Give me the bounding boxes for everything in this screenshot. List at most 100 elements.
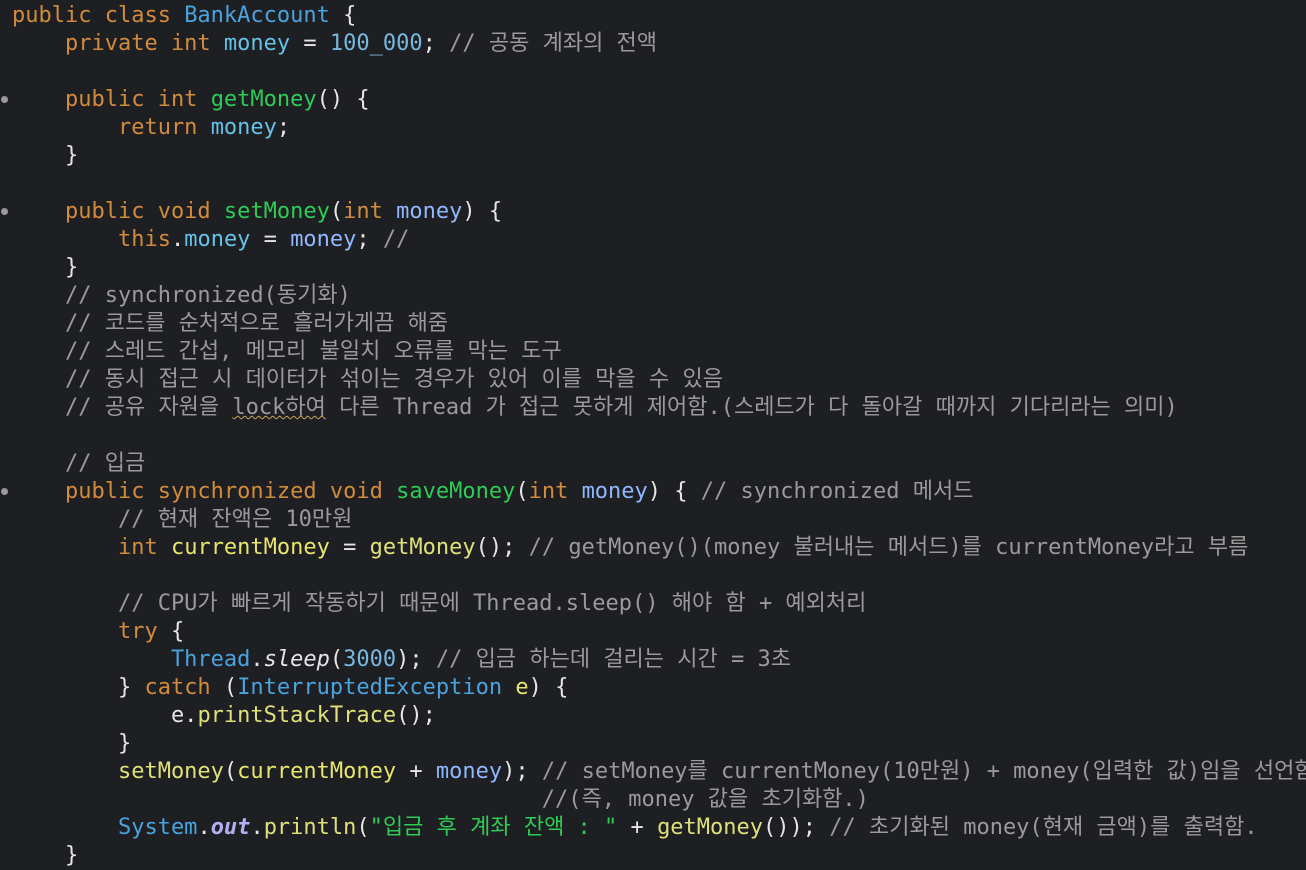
code-token: ()); — [763, 815, 830, 840]
code-editor[interactable]: public class BankAccount { private int m… — [0, 0, 1306, 869]
code-line[interactable]: this.money = money; // — [12, 226, 409, 254]
code-token: private int — [12, 31, 224, 56]
code-token: money — [223, 31, 291, 56]
code-token: { — [329, 3, 357, 28]
code-token: ; — [422, 31, 450, 56]
code-token: setMoney — [223, 199, 330, 224]
code-token: money — [435, 759, 503, 784]
code-token: { — [157, 619, 185, 644]
code-token: ( — [329, 199, 344, 224]
code-token: catch — [144, 675, 211, 700]
code-token: money — [581, 479, 648, 504]
code-token: // 입금 하는데 걸리는 시간 = 3초 — [435, 647, 791, 672]
code-token: // 코드를 순처적으로 흘러가게끔 해줌 — [12, 311, 449, 336]
fold-marker-icon[interactable] — [1, 488, 8, 495]
code-token: // 입금 — [12, 451, 146, 476]
code-line[interactable]: return money; — [12, 114, 290, 142]
code-line[interactable]: public class BankAccount { — [12, 2, 356, 30]
code-token: Thread — [12, 647, 251, 672]
code-token: int — [528, 479, 582, 504]
code-token: money — [184, 227, 251, 252]
code-line[interactable]: int currentMoney = getMoney(); // getMon… — [12, 534, 1248, 562]
code-token: ( — [329, 647, 344, 672]
code-line[interactable]: // CPU가 빠르게 작동하기 때문에 Thread.sleep() 해야 함… — [12, 590, 866, 618]
code-token: ( — [223, 759, 238, 784]
code-token: BankAccount — [184, 3, 330, 28]
code-line[interactable]: } — [12, 254, 78, 282]
code-token: } — [12, 675, 145, 700]
code-token: // 초기화된 money(현재 금액)를 출력함. — [829, 815, 1258, 840]
code-token: e. — [12, 703, 198, 728]
code-token: = — [250, 227, 291, 252]
code-token: ) { — [462, 199, 503, 224]
fold-marker-icon[interactable] — [1, 208, 8, 215]
code-token: printStackTrace — [197, 703, 397, 728]
code-line[interactable]: e.printStackTrace(); — [12, 702, 436, 730]
code-token: // 동시 접근 시 데이터가 섞이는 경우가 있어 이를 막을 수 있음 — [12, 367, 723, 392]
code-line[interactable]: } — [12, 842, 78, 870]
code-line[interactable]: setMoney(currentMoney + money); // setMo… — [12, 758, 1306, 786]
code-token: ) { — [647, 479, 701, 504]
code-token: System — [12, 815, 198, 840]
code-token: // 스레드 간섭, 메모리 불일치 오류를 막는 도구 — [12, 339, 562, 364]
code-token: currentMoney — [237, 759, 397, 784]
code-line[interactable]: private int money = 100_000; // 공동 계좌의 전… — [12, 30, 657, 58]
code-token: saveMoney — [396, 479, 516, 504]
code-token: getMoney — [210, 87, 317, 112]
code-line[interactable]: public void setMoney(int money) { — [12, 198, 502, 226]
code-token: (); — [396, 703, 436, 728]
code-line[interactable]: // synchronized(동기화) — [12, 282, 351, 310]
code-token: + — [617, 815, 658, 840]
code-token: return — [12, 115, 211, 140]
code-token: ( — [356, 815, 370, 840]
code-token: money — [210, 115, 277, 140]
code-token: (); — [475, 535, 529, 560]
code-token: 3000 — [343, 647, 397, 672]
code-token: ; — [276, 115, 291, 140]
code-token: = — [329, 535, 370, 560]
code-token: } — [12, 143, 79, 168]
code-line[interactable]: // 입금 — [12, 450, 145, 478]
code-token: int — [343, 199, 397, 224]
code-token: . — [250, 647, 264, 672]
code-token: ) { — [528, 675, 569, 700]
code-line[interactable]: try { — [12, 618, 184, 646]
code-line[interactable]: } — [12, 730, 131, 758]
code-token: this — [12, 227, 171, 252]
code-token: // synchronized(동기화) — [12, 283, 351, 308]
code-token: = — [290, 31, 330, 56]
code-line[interactable]: // 스레드 간섭, 메모리 불일치 오류를 막는 도구 — [12, 338, 562, 366]
code-token: } — [12, 731, 132, 756]
code-token: "입금 후 계좌 잔액 : " — [369, 815, 618, 840]
code-token: public synchronized void — [12, 479, 397, 504]
code-line[interactable]: //(즉, money 값을 초기화함.) — [12, 786, 869, 814]
code-line[interactable]: // 코드를 순처적으로 흘러가게끔 해줌 — [12, 310, 448, 338]
code-line[interactable]: System.out.println("입금 후 계좌 잔액 : " + get… — [12, 814, 1258, 842]
code-line[interactable]: public synchronized void saveMoney(int m… — [12, 478, 973, 506]
fold-marker-icon[interactable] — [1, 96, 8, 103]
code-token: getMoney — [657, 815, 764, 840]
code-token: // 공유 자원을 — [12, 395, 233, 420]
code-line[interactable]: // 공유 자원을 lock하여 다른 Thread 가 접근 못하게 제어함.… — [12, 394, 1178, 422]
code-line[interactable]: Thread.sleep(3000); // 입금 하는데 걸리는 시간 = 3… — [12, 646, 791, 674]
code-line[interactable]: } — [12, 142, 78, 170]
code-line[interactable]: public int getMoney() { — [12, 86, 370, 114]
code-token: ); — [396, 647, 436, 672]
code-token: ; — [356, 227, 383, 252]
code-line[interactable]: // 현재 잔액은 10만원 — [12, 506, 352, 534]
code-token: // setMoney를 currentMoney(10만원) + money(… — [541, 759, 1306, 784]
code-token: // 공동 계좌의 전액 — [449, 31, 658, 56]
code-line[interactable]: } catch (InterruptedException e) { — [12, 674, 568, 702]
code-token: ); — [502, 759, 542, 784]
code-token: money — [396, 199, 463, 224]
code-token: () { — [316, 87, 370, 112]
code-line[interactable]: // 동시 접근 시 데이터가 섞이는 경우가 있어 이를 막을 수 있음 — [12, 366, 723, 394]
code-token: 다른 Thread 가 접근 못하게 제어함.(스레드가 다 돌아갈 때까지 기… — [325, 395, 1178, 420]
code-token: . — [170, 227, 185, 252]
code-token: 100_000 — [329, 31, 423, 56]
code-token: InterruptedException — [237, 675, 503, 700]
code-token: out — [210, 815, 251, 840]
code-token: ( — [210, 675, 238, 700]
code-token: getMoney — [369, 535, 476, 560]
code-token: } — [12, 255, 79, 280]
